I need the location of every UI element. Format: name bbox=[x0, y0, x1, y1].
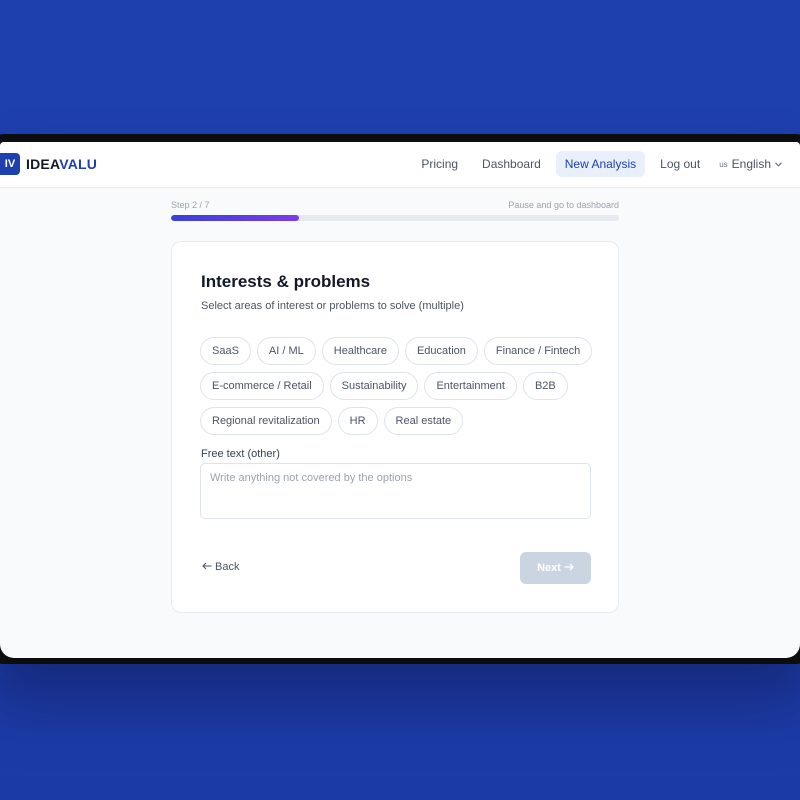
chevron-down-icon bbox=[775, 160, 782, 169]
progress-track bbox=[171, 215, 619, 221]
interest-options: SaaS AI / ML Healthcare Education Financ… bbox=[200, 337, 600, 435]
nav-pricing[interactable]: Pricing bbox=[412, 151, 467, 177]
option-chip-ai-ml[interactable]: AI / ML bbox=[256, 337, 316, 365]
card-subtitle: Select areas of interest or problems to … bbox=[201, 300, 464, 312]
logo-badge: IV bbox=[0, 153, 20, 175]
option-chip-healthcare[interactable]: Healthcare bbox=[321, 337, 399, 365]
card-title: Interests & problems bbox=[201, 272, 371, 291]
us-flag-icon: us bbox=[719, 159, 728, 169]
pause-link[interactable]: Pause and go to dashboard bbox=[508, 200, 619, 210]
free-text-label: Free text (other) bbox=[201, 448, 280, 460]
interests-card: Interests & problems Select areas of int… bbox=[171, 241, 619, 613]
option-chip-finance-fintech[interactable]: Finance / Fintech bbox=[483, 337, 593, 365]
option-chip-hr[interactable]: HR bbox=[337, 407, 378, 435]
option-chip-education[interactable]: Education bbox=[404, 337, 478, 365]
arrow-right-icon bbox=[564, 562, 574, 574]
option-chip-ecommerce-retail[interactable]: E-commerce / Retail bbox=[200, 372, 324, 400]
option-chip-regional-revitalization[interactable]: Regional revitalization bbox=[200, 407, 332, 435]
nav-log-out[interactable]: Log out bbox=[651, 151, 709, 177]
nav-dashboard[interactable]: Dashboard bbox=[473, 151, 550, 177]
back-button-label: Back bbox=[215, 561, 240, 573]
option-chip-sustainability[interactable]: Sustainability bbox=[329, 372, 419, 400]
next-button-label: Next bbox=[537, 562, 561, 574]
logo-wordmark-part-1: IDEA bbox=[26, 156, 60, 172]
logo-wordmark-part-2: VALU bbox=[59, 156, 98, 172]
nav-new-analysis[interactable]: New Analysis bbox=[555, 151, 646, 177]
option-chip-b2b[interactable]: B2B bbox=[522, 372, 568, 400]
top-navigation-bar: IV IDEAVALU Pricing Dashboard New Analys… bbox=[0, 142, 800, 188]
next-button[interactable]: Next bbox=[520, 552, 591, 584]
progress-fill bbox=[171, 215, 299, 221]
main-nav: Pricing Dashboard New Analysis Log out u… bbox=[412, 151, 782, 177]
option-chip-real-estate[interactable]: Real estate bbox=[383, 407, 464, 435]
app-window: IV IDEAVALU Pricing Dashboard New Analys… bbox=[0, 142, 800, 658]
arrow-left-icon bbox=[202, 561, 212, 573]
device-frame: IV IDEAVALU Pricing Dashboard New Analys… bbox=[0, 134, 800, 664]
option-chip-saas[interactable]: SaaS bbox=[200, 337, 251, 365]
logo-wordmark: IDEAVALU bbox=[26, 156, 97, 172]
logo[interactable]: IV IDEAVALU bbox=[0, 153, 97, 175]
progress-meta: Step 2 / 7 Pause and go to dashboard bbox=[171, 200, 619, 210]
language-selector[interactable]: us English bbox=[719, 157, 782, 171]
language-label: English bbox=[731, 157, 771, 171]
option-chip-entertainment[interactable]: Entertainment bbox=[424, 372, 517, 400]
wizard-progress: Step 2 / 7 Pause and go to dashboard bbox=[171, 200, 619, 221]
back-button[interactable]: Back bbox=[202, 561, 239, 573]
free-text-input[interactable] bbox=[200, 463, 591, 519]
step-indicator: Step 2 / 7 bbox=[171, 200, 210, 210]
